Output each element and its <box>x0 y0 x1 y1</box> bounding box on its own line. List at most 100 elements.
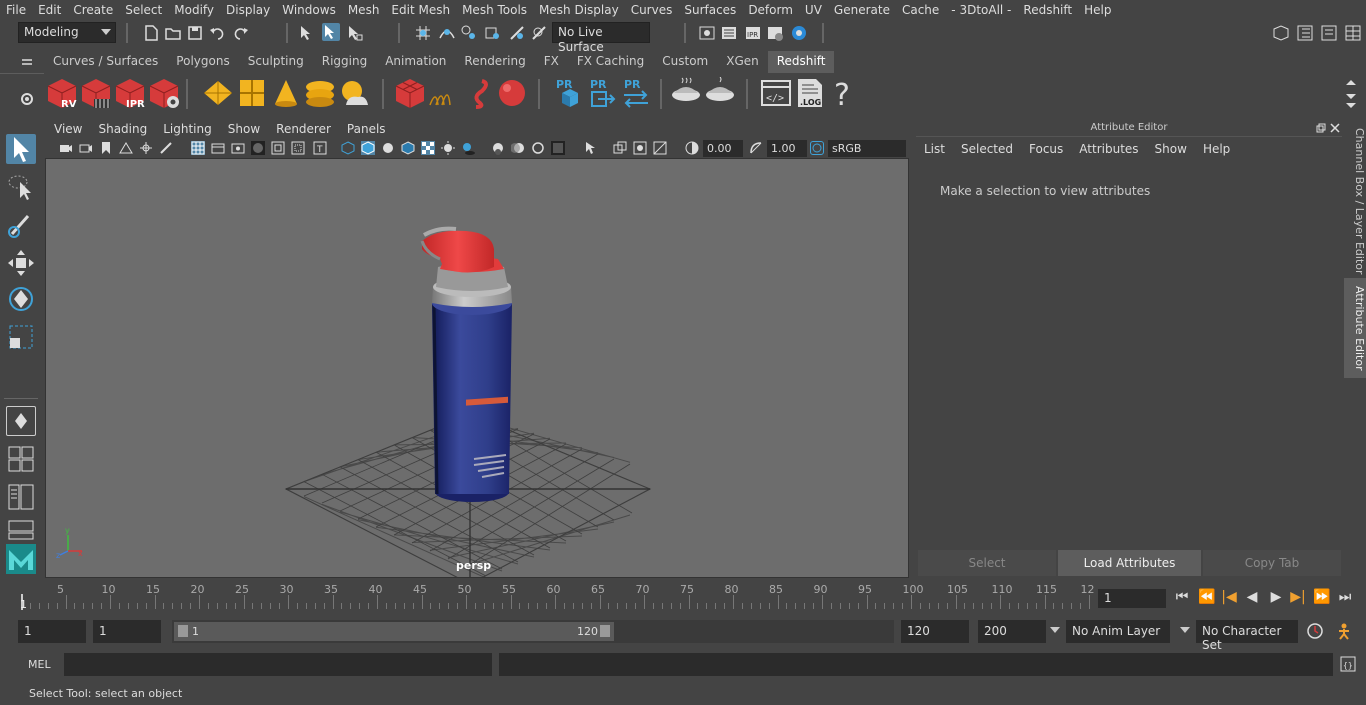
menu-generate[interactable]: Generate <box>828 3 896 17</box>
menu-redshift[interactable]: Redshift <box>1017 3 1078 17</box>
shelf-scroll-arrows[interactable] <box>1344 76 1358 110</box>
end-time-field[interactable]: 200 <box>978 620 1046 643</box>
menu-file[interactable]: File <box>0 3 32 17</box>
ae-menu-show[interactable]: Show <box>1147 142 1195 160</box>
menu-modify[interactable]: Modify <box>168 3 220 17</box>
menu-curves[interactable]: Curves <box>625 3 679 17</box>
ae-menu-list[interactable]: List <box>916 142 953 160</box>
wireframe-icon[interactable] <box>341 141 355 155</box>
textured-icon[interactable] <box>421 141 435 155</box>
command-language-label[interactable]: MEL <box>28 658 51 671</box>
ipr-render-icon[interactable]: IPR <box>744 24 762 42</box>
go-to-end-icon[interactable]: ⏭ <box>1337 589 1353 605</box>
xray-joints-icon[interactable] <box>633 141 647 155</box>
film-gate-icon[interactable] <box>211 141 225 155</box>
snap-view-plane-icon[interactable] <box>484 24 502 42</box>
hypershade-icon[interactable] <box>790 24 808 42</box>
anim-layer-dropdown[interactable]: No Anim Layer <box>1066 620 1170 643</box>
menu-3dtoall[interactable]: - 3DtoAll - <box>945 3 1017 17</box>
rotate-tool-icon[interactable] <box>6 284 36 314</box>
bake-settings-icon[interactable] <box>704 76 736 109</box>
render-settings-icon[interactable] <box>766 24 784 42</box>
shelf-settings-icon[interactable] <box>20 92 34 106</box>
camera-attributes-icon[interactable] <box>79 141 93 155</box>
grid-toggle-icon[interactable] <box>191 141 205 155</box>
undo-icon[interactable] <box>208 24 226 42</box>
script-editor-icon[interactable]: </> <box>760 77 792 109</box>
attribute-editor-tab[interactable]: Attribute Editor <box>1344 278 1366 378</box>
menu-select[interactable]: Select <box>119 3 168 17</box>
exposure-field[interactable]: 0.00 <box>703 140 743 157</box>
xray-icon[interactable] <box>613 141 627 155</box>
menu-uv[interactable]: UV <box>799 3 828 17</box>
tab-rendering[interactable]: Rendering <box>455 51 534 73</box>
tab-fx[interactable]: FX <box>535 51 568 73</box>
ae-menu-focus[interactable]: Focus <box>1021 142 1071 160</box>
select-component-icon[interactable] <box>346 24 364 42</box>
go-to-start-icon[interactable]: ⏮ <box>1174 589 1190 605</box>
ae-menu-attributes[interactable]: Attributes <box>1071 142 1146 160</box>
single-pane-layout-icon[interactable] <box>6 406 36 436</box>
command-input[interactable] <box>64 653 492 676</box>
playback-end-field[interactable]: 120 <box>901 620 969 643</box>
tab-xgen[interactable]: XGen <box>717 51 768 73</box>
shelf-menu-icon[interactable] <box>20 56 34 66</box>
menu-mesh-tools[interactable]: Mesh Tools <box>456 3 533 17</box>
gamma-icon[interactable] <box>749 141 763 155</box>
redshift-ipr-icon[interactable]: IPR <box>114 77 146 110</box>
menu-cache[interactable]: Cache <box>896 3 945 17</box>
redshift-hair-icon[interactable] <box>462 77 494 109</box>
isolate-select-icon[interactable] <box>583 141 597 155</box>
paint-select-tool-icon[interactable] <box>6 210 36 240</box>
open-scene-icon[interactable] <box>164 24 182 42</box>
bookmark-icon[interactable] <box>99 141 113 155</box>
range-slider-bar[interactable] <box>174 622 614 641</box>
animation-preferences-icon[interactable] <box>1334 622 1354 640</box>
save-scene-icon[interactable] <box>186 24 204 42</box>
vp-menu-view[interactable]: View <box>45 122 90 136</box>
tab-fx-caching[interactable]: FX Caching <box>568 51 653 73</box>
wireframe-on-shaded-icon[interactable] <box>401 141 415 155</box>
vp-menu-panels[interactable]: Panels <box>339 122 394 136</box>
menu-mesh-display[interactable]: Mesh Display <box>533 3 625 17</box>
redshift-volume-icon[interactable] <box>428 77 460 109</box>
safe-action-icon[interactable] <box>291 141 305 155</box>
grease-pencil-icon[interactable] <box>159 141 173 155</box>
redshift-portal-light-icon[interactable] <box>236 77 268 109</box>
tab-custom[interactable]: Custom <box>653 51 717 73</box>
playback-start-field[interactable]: 1 <box>93 620 161 643</box>
log-icon[interactable]: .LOG <box>794 77 826 109</box>
shadows-icon[interactable] <box>461 141 475 155</box>
tab-curves-surfaces[interactable]: Curves / Surfaces <box>44 51 167 73</box>
character-set-dropdown[interactable]: No Character Set <box>1196 620 1298 652</box>
smooth-shade-icon[interactable] <box>361 141 375 155</box>
tool-settings-icon[interactable] <box>1320 24 1338 42</box>
redshift-settings-icon[interactable] <box>148 77 180 109</box>
redo-icon[interactable] <box>232 24 250 42</box>
tab-redshift[interactable]: Redshift <box>767 51 835 73</box>
range-slider-handle-end[interactable] <box>600 625 610 637</box>
menu-help[interactable]: Help <box>1078 3 1117 17</box>
menu-edit[interactable]: Edit <box>32 3 67 17</box>
snap-point-icon[interactable] <box>460 24 478 42</box>
screen-space-ao-icon[interactable] <box>491 141 505 155</box>
help-icon[interactable]: ? <box>828 77 860 113</box>
ae-menu-selected[interactable]: Selected <box>953 142 1021 160</box>
menu-edit-mesh[interactable]: Edit Mesh <box>385 3 456 17</box>
move-tool-icon[interactable] <box>6 248 36 278</box>
step-forward-frame-icon[interactable]: ▶| <box>1290 589 1306 605</box>
redshift-spot-light-icon[interactable] <box>270 77 302 109</box>
workspace-icon[interactable] <box>1272 24 1290 42</box>
field-chart-icon[interactable] <box>271 141 285 155</box>
select-button[interactable]: Select <box>918 550 1056 576</box>
pr-object-icon[interactable]: PR <box>552 77 584 109</box>
vp-menu-shading[interactable]: Shading <box>90 122 155 136</box>
view-transform-dropdown[interactable]: sRGB gamma <box>828 140 906 168</box>
start-time-field[interactable]: 1 <box>18 620 86 643</box>
script-editor-button-icon[interactable]: {} <box>1340 656 1356 672</box>
select-object-icon[interactable] <box>322 23 340 41</box>
time-slider[interactable]: 5 10 15 20 25 30 35 40 45 50 55 60 65 70 75 80 85 90 95 100… <box>18 583 1095 611</box>
menu-deform[interactable]: Deform <box>742 3 799 17</box>
viewport-persp[interactable]: y z x persp <box>45 158 909 578</box>
live-surface-field[interactable]: No Live Surface <box>552 22 650 54</box>
